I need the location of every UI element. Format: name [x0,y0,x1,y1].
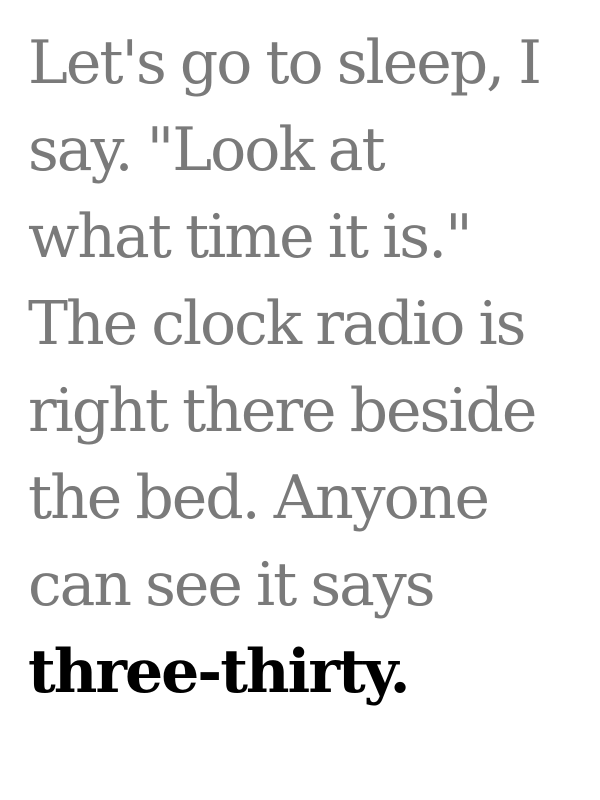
passage-line-5: right there beside [28,376,537,446]
passage-line-3: what time it is." [28,202,473,272]
reader-page: Let's go to sleep, I say. "Look at what … [0,0,600,800]
passage-line-4: The clock radio is [28,289,526,359]
passage-line-2: say. "Look at [28,115,386,185]
highlighted-time-text: three-thirty. [28,637,411,707]
story-passage: Let's go to sleep, I say. "Look at what … [28,20,580,716]
passage-line-1: Let's go to sleep, I [28,28,542,98]
passage-line-6: the bed. Anyone [28,463,490,533]
passage-line-7: can see it says [28,550,436,620]
